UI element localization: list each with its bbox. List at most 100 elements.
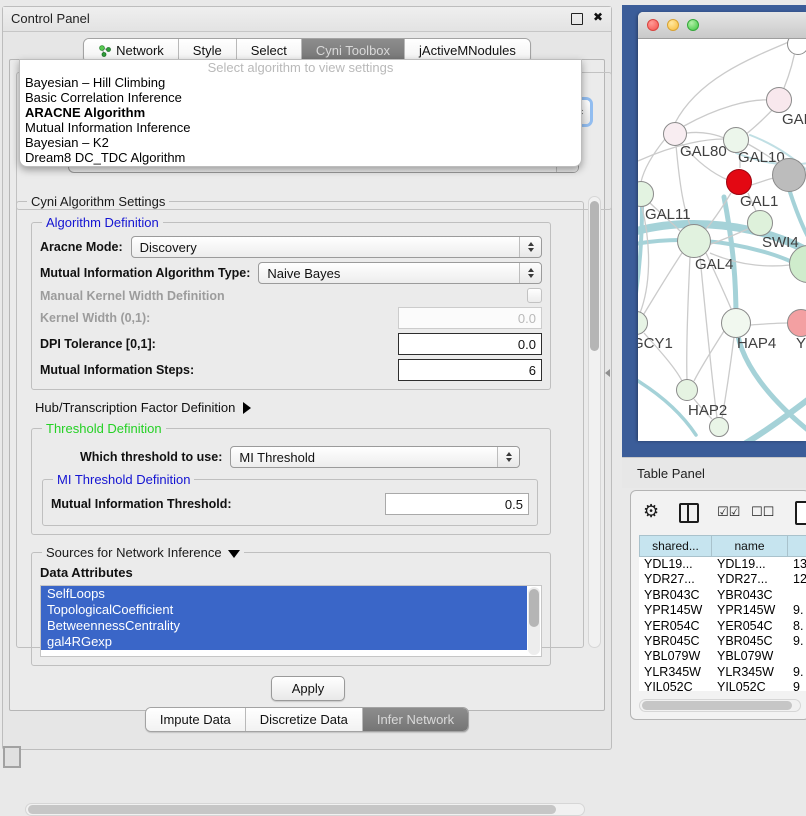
export-table-icon[interactable] — [795, 501, 806, 525]
table-row[interactable]: YLR345WYLR345W9. — [639, 665, 806, 680]
combo-stepper-icon[interactable] — [497, 447, 519, 467]
mi-steps-field[interactable]: 6 — [398, 359, 542, 381]
tab-label: Select — [251, 43, 287, 58]
hub-definition-toggle[interactable]: Hub/Transcription Factor Definition — [35, 400, 575, 415]
algorithm-definition-group: Algorithm Definition Aracne Mode: Discov… — [31, 215, 551, 390]
column-header[interactable]: shared... — [639, 535, 712, 557]
tab-infer-network[interactable]: Infer Network — [362, 708, 468, 731]
float-window-icon[interactable] — [571, 13, 583, 25]
algorithm-option[interactable]: Bayesian – Hill Climbing — [20, 75, 581, 90]
node-HAP2[interactable] — [676, 379, 698, 401]
table-cell: YLR345W — [712, 665, 788, 680]
algorithm-option[interactable]: Dream8 DC_TDC Algorithm — [20, 150, 581, 165]
node-HAP4[interactable] — [721, 308, 751, 338]
node-SWI4[interactable] — [747, 210, 773, 236]
which-threshold-combo[interactable]: MI Threshold — [230, 446, 520, 468]
algorithm-option[interactable]: Mutual Information Inference — [20, 120, 581, 135]
dpi-tolerance-row: DPI Tolerance [0,1]: 0.0 — [40, 333, 542, 355]
cyni-algorithm-settings-legend: Cyni Algorithm Settings — [27, 194, 169, 209]
table-row[interactable]: YDL19...YDL19...13 — [639, 557, 806, 572]
table-row[interactable]: YBR043CYBR043C — [639, 588, 806, 603]
screen: { "colors":{"frame_blue":"#3b5d99","sele… — [0, 0, 806, 762]
table-hscroll-thumb[interactable] — [642, 701, 792, 710]
algorithm-option[interactable]: Basic Correlation Inference — [20, 90, 581, 105]
table-cell: YBL079W — [639, 649, 712, 664]
table-cell: YER054C — [712, 619, 788, 634]
table-row[interactable]: YPR145WYPR145W9. — [639, 603, 806, 618]
table-cell: YDL19... — [712, 557, 788, 572]
gear-icon[interactable]: ⚙ — [643, 501, 659, 522]
table-row[interactable]: YIL052CYIL052C9 — [639, 680, 806, 691]
list-scrollbar[interactable] — [528, 587, 540, 655]
combo-stepper-icon[interactable] — [519, 237, 541, 257]
data-attribute-item[interactable]: TopologicalCoefficient — [41, 602, 527, 618]
mi-threshold-legend: MI Threshold Definition — [53, 472, 194, 487]
columns-icon[interactable] — [679, 503, 699, 523]
list-scrollbar-thumb[interactable] — [529, 589, 539, 627]
minimized-panel-icon[interactable] — [3, 746, 21, 768]
node-GAL4[interactable] — [677, 224, 711, 258]
select-all-checkboxes-icon[interactable]: ☑☑ — [717, 504, 740, 520]
manual-kernel-label: Manual Kernel Width Definition — [40, 289, 225, 303]
tab-impute-data[interactable]: Impute Data — [146, 708, 245, 731]
algorithm-option[interactable]: Bayesian – K2 — [20, 135, 581, 150]
table-cell: YDR27... — [712, 572, 788, 587]
kernel-width-label: Kernel Width (0,1): — [40, 311, 150, 325]
table-row[interactable]: YBR045CYBR045C9. — [639, 634, 806, 649]
zoom-traffic-light-icon[interactable] — [687, 19, 699, 31]
table-horizontal-scrollbar[interactable] — [639, 699, 801, 712]
node-label: GAL80 — [680, 143, 727, 160]
close-traffic-light-icon[interactable] — [647, 19, 659, 31]
mi-threshold-field[interactable]: 0.5 — [385, 493, 529, 515]
node-GAL1[interactable] — [726, 169, 752, 195]
apply-button[interactable]: Apply — [271, 676, 345, 701]
data-attributes-label: Data Attributes — [40, 565, 542, 580]
table-panel-titlebar: Table Panel — [622, 457, 806, 488]
table-toolbar: ⚙ ☑☑ ☐☐ — [631, 491, 806, 535]
node-label: GAL — [782, 111, 806, 128]
data-attribute-item[interactable]: gal4RGexp — [41, 634, 527, 650]
panel-divider-handle[interactable] — [605, 369, 610, 377]
mi-steps-row: Mutual Information Steps: 6 — [40, 359, 542, 381]
mi-type-label: Mutual Information Algorithm Type: — [40, 266, 250, 280]
minimize-traffic-light-icon[interactable] — [667, 19, 679, 31]
node-unlabeled[interactable] — [772, 158, 806, 192]
cyni-algorithm-settings-group: Cyni Algorithm Settings Algorithm Defini… — [16, 194, 584, 648]
settings-hscroll-thumb[interactable] — [28, 805, 556, 814]
mi-type-row: Mutual Information Algorithm Type: Naive… — [40, 262, 542, 284]
table-row[interactable]: YDR27...YDR27...12 — [639, 572, 806, 587]
column-header[interactable]: name — [712, 535, 788, 557]
settings-vertical-scrollbar[interactable] — [588, 196, 601, 648]
node-unlabeled[interactable] — [709, 417, 729, 437]
which-threshold-row: Which threshold to use: MI Threshold — [40, 446, 542, 468]
combo-stepper-icon[interactable] — [519, 263, 541, 283]
settings-horizontal-scrollbar[interactable] — [25, 803, 585, 816]
algorithm-option[interactable]: ARACNE Algorithm — [20, 105, 581, 120]
settings-vscroll-thumb[interactable] — [590, 201, 599, 351]
node-GAL[interactable] — [766, 87, 792, 113]
network-desktop: GALGAL80GAL10GAL1GAL11SWI4GAL4GCY1HAP4YH… — [622, 5, 806, 457]
data-attributes-list[interactable]: SelfLoopsTopologicalCoefficientBetweenne… — [40, 585, 542, 657]
threshold-definition-group: Threshold Definition Which threshold to … — [31, 421, 551, 535]
data-attribute-item[interactable]: BetweennessCentrality — [41, 618, 527, 634]
network-window-titlebar[interactable] — [638, 12, 806, 39]
table-cell: YPR145W — [712, 603, 788, 618]
aracne-mode-combo[interactable]: Discovery — [131, 236, 542, 258]
tab-discretize-data[interactable]: Discretize Data — [245, 708, 362, 731]
manual-kernel-checkbox[interactable] — [527, 288, 542, 303]
aracne-mode-value: Discovery — [140, 240, 197, 255]
network-canvas[interactable]: GALGAL80GAL10GAL1GAL11SWI4GAL4GCY1HAP4YH… — [638, 39, 806, 441]
close-icon[interactable]: ✖ — [593, 10, 603, 24]
data-attribute-item[interactable]: SelfLoops — [41, 586, 527, 602]
table-cell: 9. — [788, 665, 806, 680]
column-header[interactable] — [788, 535, 806, 557]
mi-type-combo[interactable]: Naive Bayes — [258, 262, 542, 284]
table-cell: YDR27... — [639, 572, 712, 587]
deselect-all-checkboxes-icon[interactable]: ☐☐ — [751, 504, 774, 520]
table-row[interactable]: YER054CYER054C8. — [639, 619, 806, 634]
dpi-tolerance-field[interactable]: 0.0 — [398, 333, 542, 355]
control-panel-window: Control Panel ✖ NetworkStyleSelectCyni T… — [2, 6, 612, 750]
kernel-width-field: 0.0 — [398, 307, 542, 329]
kernel-width-row: Kernel Width (0,1): 0.0 — [40, 307, 542, 329]
table-row[interactable]: YBL079WYBL079W — [639, 649, 806, 664]
